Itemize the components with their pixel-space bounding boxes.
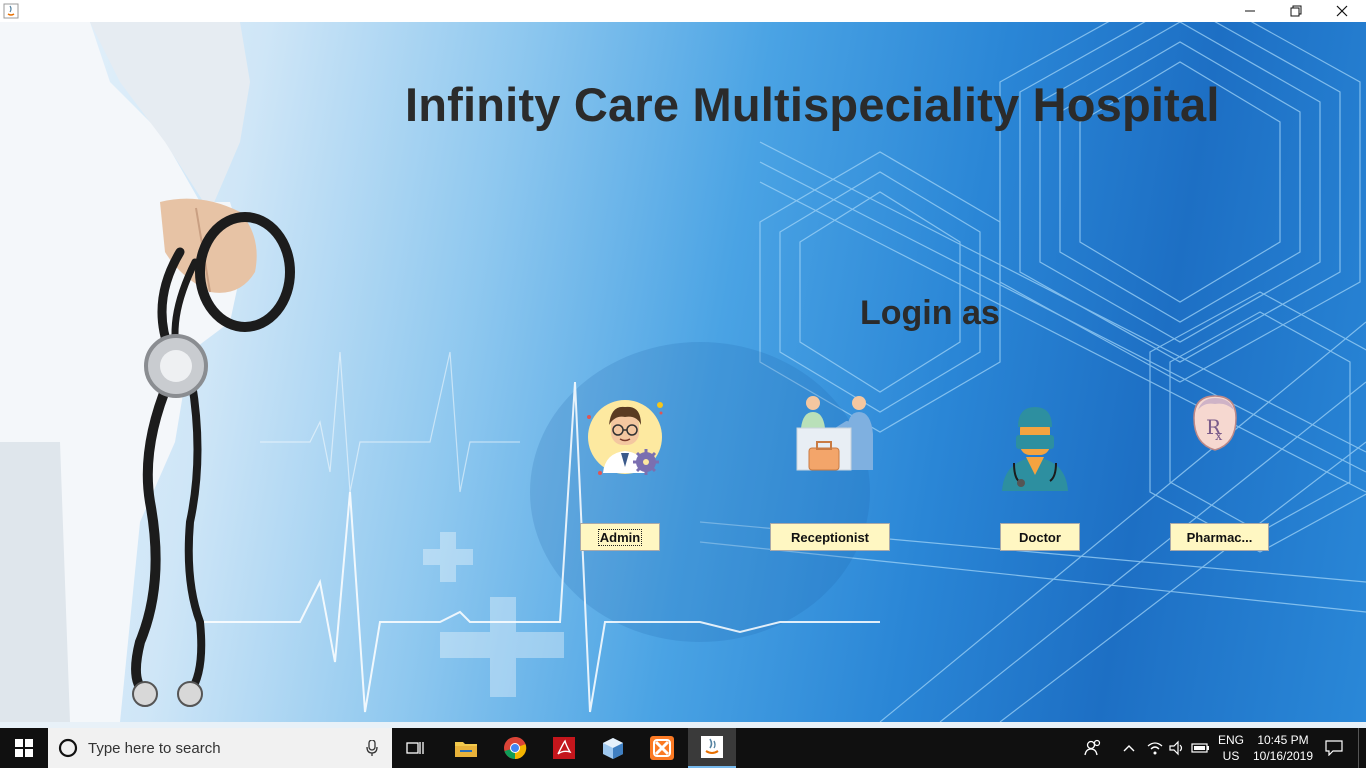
login-panel: Infinity Care Multispeciality Hospital L… xyxy=(0,22,1366,722)
receptionist-login-button[interactable]: Receptionist xyxy=(770,523,890,551)
close-button[interactable] xyxy=(1319,0,1365,22)
hospital-title: Infinity Care Multispeciality Hospital xyxy=(405,78,1220,131)
chevron-up-icon[interactable] xyxy=(1118,728,1140,768)
java-app-icon xyxy=(3,3,19,19)
task-view-icon[interactable] xyxy=(395,728,437,768)
pharmacist-login-button[interactable]: Pharmac... xyxy=(1170,523,1269,551)
clock-date: 10/16/2019 xyxy=(1252,749,1314,763)
admin-avatar-icon xyxy=(583,395,667,484)
svg-text:x: x xyxy=(1215,429,1223,444)
pharmacist-rx-icon: R x xyxy=(1188,392,1242,459)
region-code: US xyxy=(1222,749,1240,763)
minimize-button[interactable] xyxy=(1227,0,1273,22)
microphone-icon[interactable] xyxy=(366,740,378,756)
search-placeholder: Type here to search xyxy=(88,739,221,757)
action-center-icon[interactable] xyxy=(1318,728,1350,768)
people-icon[interactable] xyxy=(1080,728,1106,768)
battery-icon[interactable] xyxy=(1189,728,1213,768)
admin-login-button[interactable]: Admin xyxy=(580,523,660,551)
clock-time: 10:45 PM xyxy=(1257,733,1309,747)
cortana-circle-icon xyxy=(58,738,78,758)
login-as-heading: Login as xyxy=(860,294,1000,332)
wifi-icon[interactable] xyxy=(1144,728,1166,768)
volume-icon[interactable] xyxy=(1166,728,1188,768)
pharmacist-button-label: Pharmac... xyxy=(1186,529,1253,545)
receptionist-button-label: Receptionist xyxy=(790,529,869,545)
windows-taskbar: Type here to search ENG US 10:45 PM 10/1… xyxy=(0,728,1366,768)
xampp-icon[interactable] xyxy=(639,728,685,768)
java-app-taskbar-button[interactable] xyxy=(688,728,736,768)
windows-logo-icon xyxy=(15,739,33,757)
app-window: Infinity Care Multispeciality Hospital L… xyxy=(0,0,1366,728)
title-bar[interactable] xyxy=(0,0,1366,22)
start-button[interactable] xyxy=(0,728,48,768)
restore-button[interactable] xyxy=(1273,0,1319,22)
chrome-icon[interactable] xyxy=(492,728,538,768)
admin-button-label: Admin xyxy=(597,528,643,546)
doctor-button-label: Doctor xyxy=(1019,529,1061,545)
language-code: ENG xyxy=(1217,733,1244,747)
taskbar-search-box[interactable]: Type here to search xyxy=(48,728,392,768)
doctor-icon xyxy=(1000,405,1070,496)
clock[interactable]: 10:45 PM 10/16/2019 xyxy=(1248,728,1318,768)
doctor-login-button[interactable]: Doctor xyxy=(1000,523,1080,551)
acrobat-reader-icon[interactable] xyxy=(541,728,587,768)
language-indicator[interactable]: ENG US xyxy=(1214,728,1248,768)
show-desktop-button[interactable] xyxy=(1358,728,1366,768)
file-explorer-icon[interactable] xyxy=(443,728,489,768)
receptionist-icon xyxy=(795,394,879,479)
virtualbox-cube-icon[interactable] xyxy=(590,728,636,768)
